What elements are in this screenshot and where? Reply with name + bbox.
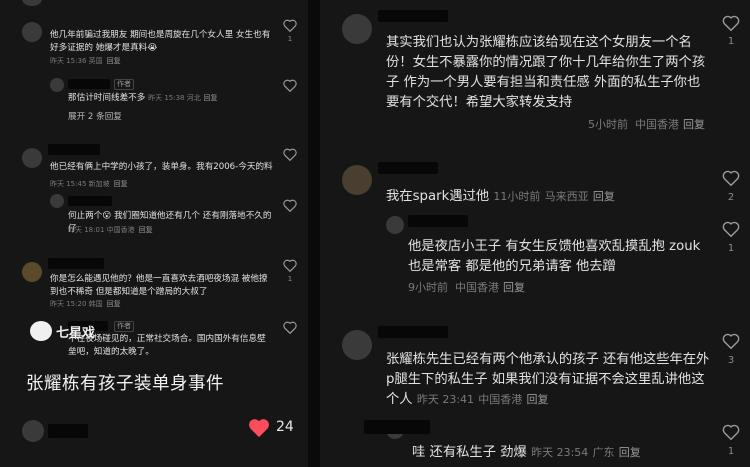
heart-icon[interactable] bbox=[283, 199, 297, 212]
overlay-title: 张耀栋有孩子装单身事件 bbox=[26, 374, 224, 394]
author-tag: 作者 bbox=[114, 79, 134, 90]
comment-text: 张耀栋先生已经有两个他承认的孩子 还有他这些年在外p腿生下的私生子 如果我们没有… bbox=[386, 352, 710, 407]
heart-icon[interactable] bbox=[722, 333, 740, 349]
comment-text: 他已经有俩上中学的小孩了，装单身。我有2006-今天的料 bbox=[50, 162, 273, 172]
redacted-username bbox=[408, 215, 468, 227]
like-count: 1 bbox=[727, 446, 735, 457]
reply-link[interactable]: 回复 bbox=[593, 190, 615, 203]
heart-icon[interactable] bbox=[283, 79, 297, 92]
heart-icon[interactable] bbox=[283, 19, 297, 32]
reply-text: 他是夜店小王子 有女生反馈他喜欢乱摸乱抱 zouk也是常客 都是他的兄弟请客 他… bbox=[408, 239, 701, 274]
heart-icon[interactable] bbox=[722, 424, 740, 440]
heart-icon[interactable] bbox=[283, 148, 297, 161]
redacted-username bbox=[48, 258, 104, 269]
like-count: 1 bbox=[727, 36, 735, 47]
avatar[interactable] bbox=[342, 14, 372, 44]
watermark: 七星戏 bbox=[30, 319, 110, 343]
reply-link[interactable]: 回复 bbox=[619, 446, 641, 459]
heart-icon[interactable] bbox=[283, 259, 297, 272]
avatar[interactable] bbox=[386, 216, 404, 234]
redacted-username bbox=[48, 424, 88, 438]
reply-link[interactable]: 回复 bbox=[114, 180, 128, 188]
comment-meta: 5小时前 中国香港 回复 bbox=[588, 118, 705, 131]
reply-link[interactable]: 回复 bbox=[527, 393, 549, 406]
reply-link[interactable]: 回复 bbox=[107, 57, 121, 65]
watermark-logo-icon bbox=[30, 321, 52, 341]
redacted-username bbox=[68, 79, 110, 89]
comment-meta: 昨天 15:36 英国 回复 bbox=[50, 57, 121, 65]
comment-text: 他几年前骗过我朋友 期间也是周旋在几个女人里 女生也有好多证据的 她爆才是真料😭 bbox=[50, 30, 271, 53]
reply-link[interactable]: 回复 bbox=[139, 226, 153, 234]
avatar[interactable] bbox=[22, 262, 42, 282]
divider bbox=[308, 0, 320, 467]
reply-text: 哇 还有私生子 劲爆 昨天 23:54 广东 回复 bbox=[412, 445, 641, 460]
redacted-username bbox=[378, 326, 448, 338]
reply-link[interactable]: 回复 bbox=[203, 94, 217, 102]
reply-link[interactable]: 回复 bbox=[503, 281, 525, 294]
heart-icon[interactable] bbox=[722, 170, 740, 186]
comment-meta: 昨天 15:45 新加坡 回复 bbox=[50, 180, 128, 188]
expand-replies[interactable]: 展开 2 条回复 bbox=[68, 111, 296, 124]
redacted-username bbox=[68, 196, 112, 206]
avatar[interactable] bbox=[50, 194, 64, 208]
like-count: 24 bbox=[276, 419, 294, 435]
heart-icon[interactable] bbox=[722, 221, 740, 237]
like-count: 3 bbox=[727, 355, 735, 366]
heart-icon[interactable] bbox=[722, 15, 740, 31]
avatar[interactable] bbox=[342, 330, 372, 360]
reply-meta: 9小时前 中国香港 回复 bbox=[408, 281, 525, 294]
redacted-username bbox=[364, 420, 430, 434]
like-count: 1 bbox=[287, 35, 293, 43]
redacted-username bbox=[378, 162, 438, 174]
redacted-username bbox=[48, 144, 100, 155]
like-count: 1 bbox=[727, 243, 735, 254]
comment-text: 其实我们也认为张耀栋应该给现在这个女朋友一个名份！女生不暴露你的情况跟了你十几年… bbox=[386, 35, 706, 110]
avatar[interactable] bbox=[342, 165, 372, 195]
like-badge[interactable]: 24 bbox=[248, 418, 306, 438]
left-screenshot-panel: 他几年前骗过我朋友 期间也是周旋在几个女人里 女生也有好多证据的 她爆才是真料😭… bbox=[0, 0, 308, 467]
redacted-username bbox=[378, 10, 448, 22]
like-count: 1 bbox=[287, 275, 293, 283]
comment-text: 我在spark遇过他 11小时前 马来西亚 回复 bbox=[386, 189, 615, 204]
reply-text: 那估计时间线差不多 昨天 15:38 河北 回复 bbox=[68, 93, 218, 103]
right-screenshot-panel: 其实我们也认为张耀栋应该给现在这个女朋友一个名份！女生不暴露你的情况跟了你十几年… bbox=[320, 0, 750, 467]
avatar[interactable] bbox=[22, 0, 42, 6]
comment-text: 你是怎么能遇见他的？他是一直喜欢去酒吧夜场混 被他撩到也不稀奇 但是都知道是个蹭… bbox=[50, 274, 268, 297]
author-tag: 作者 bbox=[114, 321, 134, 332]
avatar[interactable] bbox=[22, 420, 44, 442]
comment-meta: 昨天 15:20 韩国 回复 bbox=[50, 300, 121, 308]
reply-link[interactable]: 回复 bbox=[107, 300, 121, 308]
reply-meta: 昨天 18:01 中国香港 回复 bbox=[68, 226, 153, 234]
avatar[interactable] bbox=[22, 148, 42, 168]
heart-icon[interactable] bbox=[248, 418, 270, 438]
like-count: 2 bbox=[727, 192, 735, 203]
avatar[interactable] bbox=[50, 78, 64, 92]
avatar[interactable] bbox=[22, 22, 42, 42]
reply-link[interactable]: 回复 bbox=[683, 118, 705, 131]
heart-icon[interactable] bbox=[283, 321, 297, 334]
